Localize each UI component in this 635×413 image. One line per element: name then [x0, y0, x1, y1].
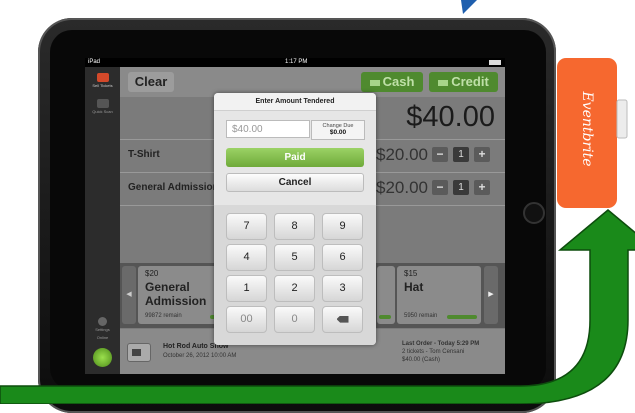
green-curved-arrow — [0, 209, 635, 404]
